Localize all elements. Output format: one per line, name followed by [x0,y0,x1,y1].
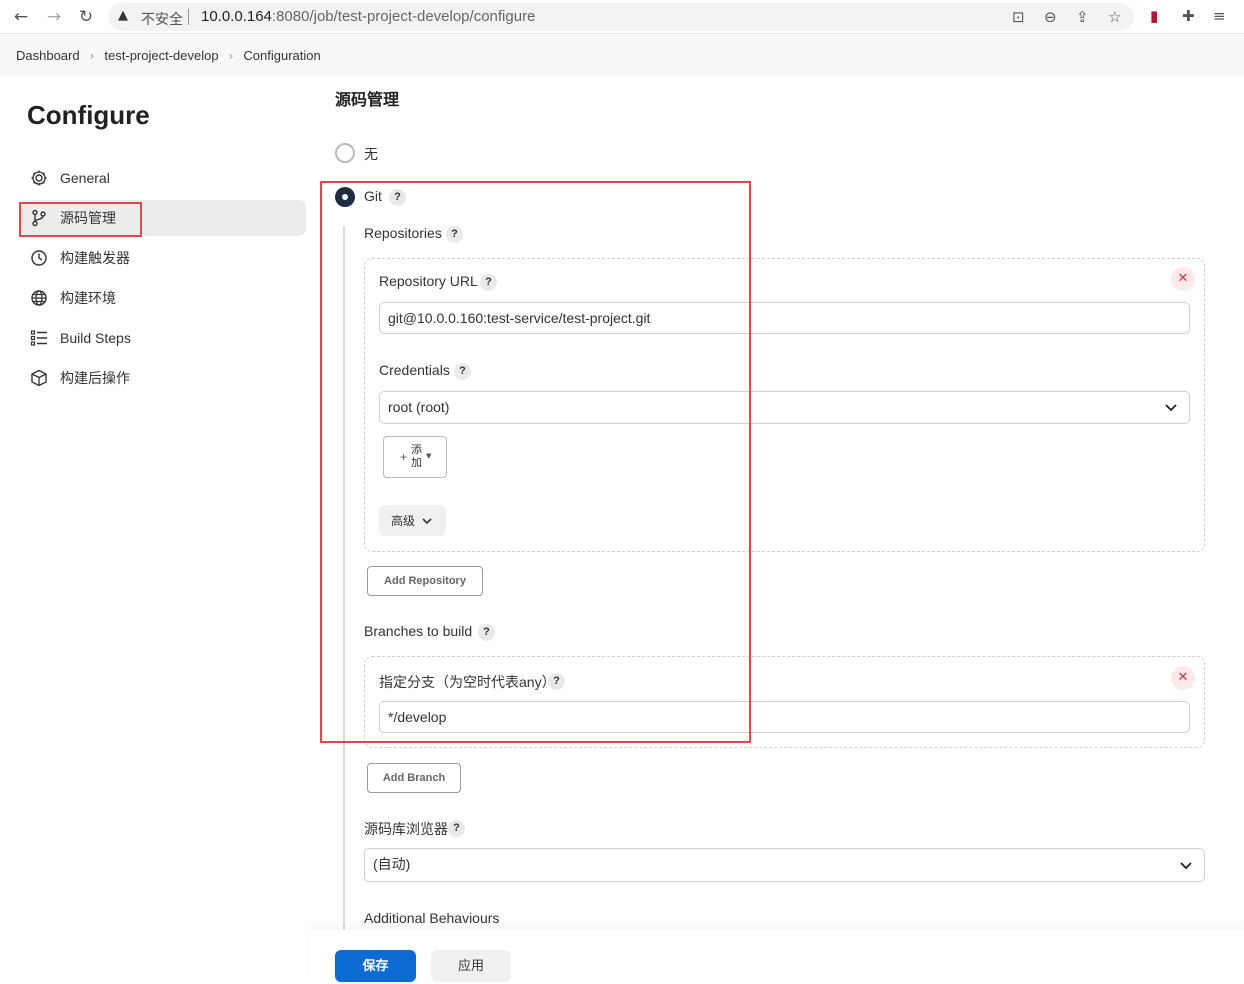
chevron-down-icon [1165,404,1177,412]
browser-toolbar: ← → ↻ ▲ 不安全 10.0.0.164:8080/job/test-pro… [0,0,1244,34]
url-host: 10.0.0.164 [201,8,272,25]
warning-icon: ▲ [118,8,128,23]
bookmark-star-icon[interactable]: ☆ [1108,8,1121,26]
forward-icon[interactable]: → [43,6,65,28]
url-text[interactable]: 10.0.0.164:8080/job/test-project-develop… [201,8,535,25]
remove-repository-icon[interactable]: ✕ [1171,267,1195,291]
sidebar-item-general[interactable]: General [20,160,306,196]
reload-icon[interactable]: ↻ [75,6,97,28]
radio-none[interactable] [335,143,355,163]
highlight-box-sidebar [19,202,142,237]
chevron-right-icon: › [89,48,95,63]
reading-list-icon[interactable]: ≡ [1213,7,1226,25]
apply-button[interactable]: 应用 [431,950,511,982]
share-icon[interactable]: ⇪ [1076,8,1089,26]
back-icon[interactable]: ← [10,6,32,28]
save-button[interactable]: 保存 [335,950,416,982]
sidebar-item-label: General [60,170,110,186]
help-icon[interactable]: ? [448,820,465,837]
address-divider [188,9,189,25]
breadcrumb-job[interactable]: test-project-develop [104,48,218,63]
globe-icon [29,288,49,308]
list-icon [29,328,49,348]
address-bar[interactable]: ▲ 不安全 10.0.0.164:8080/job/test-project-d… [108,3,1134,31]
box-icon [29,368,49,388]
sidebar-item-label: 构建后操作 [60,370,130,386]
extensions-icon[interactable]: ✚ [1182,7,1195,25]
page-title: Configure [27,100,150,130]
section-title: 源码管理 [335,92,400,109]
breadcrumb-configuration[interactable]: Configuration [243,48,320,63]
repo-browser-label: 源码库浏览器 [364,821,448,837]
breadcrumb: Dashboard › test-project-develop › Confi… [0,35,1244,76]
url-path: :8080/job/test-project-develop/configure [271,8,536,25]
sidebar-item-label: Build Steps [60,330,131,346]
sidebar-item-post-build[interactable]: 构建后操作 [20,360,306,396]
highlight-box-git [320,181,751,743]
sidebar-item-build-steps[interactable]: Build Steps [20,320,306,356]
repo-browser-select[interactable]: (自动) [364,848,1205,882]
radio-none-label: 无 [364,146,378,162]
sidebar-item-label: 构建触发器 [60,250,130,266]
zoom-icon[interactable]: ⊖ [1044,8,1057,26]
clock-icon [29,248,49,268]
chevron-down-icon [1180,862,1192,870]
bookmark-extension-icon[interactable]: ▮ [1150,7,1158,25]
sidebar-item-environment[interactable]: 构建环境 [20,280,306,316]
gear-icon [29,168,49,188]
sidebar-item-triggers[interactable]: 构建触发器 [20,240,306,276]
translate-icon[interactable]: ⊡ [1012,8,1025,26]
add-branch-button[interactable]: Add Branch [367,763,461,793]
additional-behaviours-label: Additional Behaviours [364,910,500,926]
remove-branch-icon[interactable]: ✕ [1171,666,1195,690]
sidebar-item-label: 构建环境 [60,290,116,306]
repo-browser-value: (自动) [373,856,411,872]
insecure-label: 不安全 [141,11,183,27]
chevron-right-icon: › [228,48,234,63]
breadcrumb-dashboard[interactable]: Dashboard [16,48,80,63]
